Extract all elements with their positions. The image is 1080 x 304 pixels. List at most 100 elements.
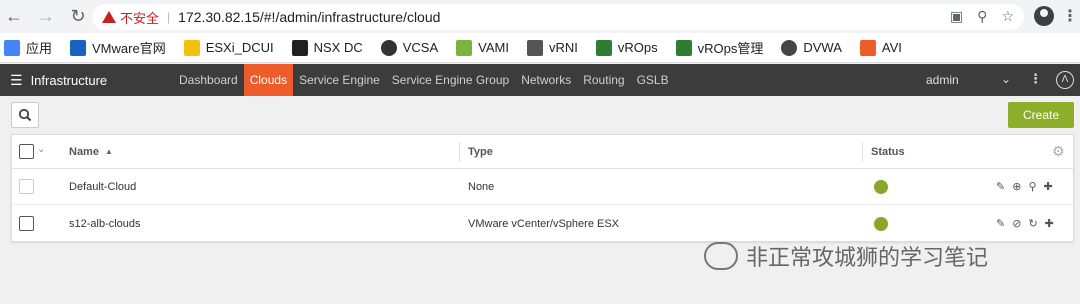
bookmark-label: ESXi_DCUI <box>205 40 274 55</box>
edit-pencil-icon[interactable]: ✎ <box>996 180 1005 193</box>
status-indicator <box>874 180 888 194</box>
browser-toolbar: ← → ↻ 不安全 | 172.30.82.15/#!/admin/infras… <box>0 0 1080 33</box>
row-actions: ✎ ⊘ ↻ ✚ <box>996 217 1054 230</box>
browser-menu-icon[interactable]: ⋮ <box>1062 6 1078 26</box>
vrops-icon <box>595 39 612 56</box>
hamburger-menu-icon[interactable]: ☰ <box>10 72 23 89</box>
bookmark-avi[interactable]: AVI <box>859 39 902 56</box>
search-button[interactable] <box>11 102 39 128</box>
address-bar[interactable]: 不安全 | 172.30.82.15/#!/admin/infrastructu… <box>92 4 1024 30</box>
star-icon[interactable]: ☆ <box>1001 8 1014 25</box>
column-divider[interactable] <box>459 142 460 162</box>
row-actions: ✎ ⊕ ⚲ ✚ <box>996 180 1053 193</box>
tab-gslb[interactable]: GSLB <box>631 64 675 96</box>
translate-icon[interactable]: ▣ <box>950 8 963 25</box>
column-divider[interactable] <box>862 142 863 162</box>
select-all-checkbox[interactable] <box>19 144 34 159</box>
bookmark-vrni[interactable]: vRNI <box>526 39 578 56</box>
clouds-table: ⌄ Name ▲ Type Status ⚙ Default-Cloud Non… <box>11 134 1074 242</box>
cell-name[interactable]: s12-alb-clouds <box>69 206 141 242</box>
refresh-icon[interactable]: ↻ <box>1028 217 1037 230</box>
tab-service-engine[interactable]: Service Engine <box>293 64 386 96</box>
omnibox-icons: ▣ ⚲ ☆ <box>950 8 1014 25</box>
plus-icon[interactable]: ✚ <box>1045 217 1054 230</box>
vrni-icon <box>526 39 543 56</box>
key-icon[interactable]: ⚲ <box>1028 180 1036 193</box>
warning-icon <box>102 11 116 23</box>
apps-grid-icon <box>4 39 20 56</box>
edit-pencil-icon[interactable]: ✎ <box>996 217 1005 230</box>
bookmarks-bar: 应用 VMware官网 ESXi_DCUI NSX DC VCSA VAMI v… <box>0 33 1080 63</box>
dvwa-icon <box>781 39 798 56</box>
app-header: ☰ Infrastructure Dashboard Clouds Servic… <box>0 64 1080 96</box>
search-icon <box>18 108 32 122</box>
avi-icon <box>859 39 876 56</box>
watermark: 非正常攻城狮的学习笔记 <box>704 240 988 272</box>
reload-icon[interactable]: ↻ <box>66 5 90 29</box>
clock-icon[interactable]: ⊕ <box>1012 180 1021 193</box>
avi-logo-icon[interactable]: Λ <box>1056 71 1074 89</box>
watermark-text: 非正常攻城狮的学习笔记 <box>746 246 989 271</box>
user-menu[interactable]: admin <box>926 64 959 96</box>
bookmark-label: NSX DC <box>313 40 363 55</box>
tab-service-engine-group[interactable]: Service Engine Group <box>386 64 515 96</box>
column-header-status[interactable]: Status <box>871 135 905 168</box>
bookmark-label: DVWA <box>803 40 842 55</box>
bookmark-vcsa[interactable]: VCSA <box>380 39 439 56</box>
url-text[interactable]: 172.30.82.15/#!/admin/infrastructure/clo… <box>178 9 440 25</box>
back-icon[interactable]: ← <box>2 5 26 29</box>
bookmark-label: 应用 <box>26 41 53 56</box>
nsx-icon <box>291 39 308 56</box>
bookmark-label: AVI <box>881 40 902 55</box>
plus-icon[interactable]: ✚ <box>1044 180 1053 193</box>
table-header: ⌄ Name ▲ Type Status ⚙ <box>12 135 1073 169</box>
column-header-name[interactable]: Name ▲ <box>69 135 113 168</box>
zoom-icon[interactable]: ⚲ <box>977 8 987 25</box>
folder-icon <box>183 39 200 56</box>
bookmark-vmware[interactable]: VMware官网 <box>70 38 166 57</box>
table-row[interactable]: s12-alb-clouds VMware vCenter/vSphere ES… <box>12 206 1073 242</box>
cell-name[interactable]: Default-Cloud <box>69 169 136 204</box>
bookmark-label: vRNI <box>548 40 578 55</box>
nav-tabs: Dashboard Clouds Service Engine Service … <box>173 64 675 96</box>
tab-networks[interactable]: Networks <box>515 64 577 96</box>
bookmark-dvwa[interactable]: DVWA <box>781 39 842 56</box>
bookmark-apps[interactable]: 应用 <box>4 38 52 57</box>
bookmark-label: vROps <box>617 40 658 55</box>
wechat-icon <box>704 242 738 270</box>
bookmark-vrops-admin[interactable]: vROps管理 <box>675 38 764 57</box>
sort-ascending-icon: ▲ <box>104 147 113 156</box>
bookmark-label: vROps管理 <box>697 41 764 56</box>
more-vertical-icon[interactable]: ⋮ <box>1029 71 1042 87</box>
disable-icon[interactable]: ⊘ <box>1012 217 1021 230</box>
row-checkbox[interactable] <box>19 216 34 231</box>
bookmark-nsx[interactable]: NSX DC <box>291 39 363 56</box>
omnibox-divider: | <box>167 10 171 24</box>
vrops-icon <box>675 39 692 56</box>
chevron-down-icon[interactable]: ⌄ <box>1001 72 1011 86</box>
gear-icon[interactable]: ⚙ <box>1052 144 1066 158</box>
chevron-down-icon[interactable]: ⌄ <box>37 144 45 155</box>
vmware-icon <box>70 39 87 56</box>
bookmark-label: VCSA <box>402 40 439 55</box>
globe-icon <box>380 39 397 56</box>
security-warning[interactable]: 不安全 <box>102 8 159 27</box>
row-checkbox <box>19 179 34 194</box>
table-row[interactable]: Default-Cloud None ✎ ⊕ ⚲ ✚ <box>12 169 1073 205</box>
vami-icon <box>456 39 473 56</box>
tab-clouds[interactable]: Clouds <box>243 64 294 96</box>
bookmark-label: VAMI <box>478 40 509 55</box>
column-name-label: Name <box>69 145 99 158</box>
status-indicator <box>874 217 888 231</box>
tab-routing[interactable]: Routing <box>577 64 630 96</box>
bookmark-vrops[interactable]: vROps <box>595 39 658 56</box>
tab-dashboard[interactable]: Dashboard <box>173 64 244 96</box>
bookmark-vami[interactable]: VAMI <box>456 39 509 56</box>
create-button[interactable]: Create <box>1008 102 1074 128</box>
bookmark-esxi[interactable]: ESXi_DCUI <box>183 39 274 56</box>
profile-avatar-icon[interactable] <box>1034 6 1054 26</box>
cell-type: VMware vCenter/vSphere ESX <box>468 218 620 230</box>
column-header-type[interactable]: Type <box>468 135 493 168</box>
forward-icon[interactable]: → <box>34 5 58 29</box>
bookmark-label: VMware官网 <box>92 41 166 56</box>
